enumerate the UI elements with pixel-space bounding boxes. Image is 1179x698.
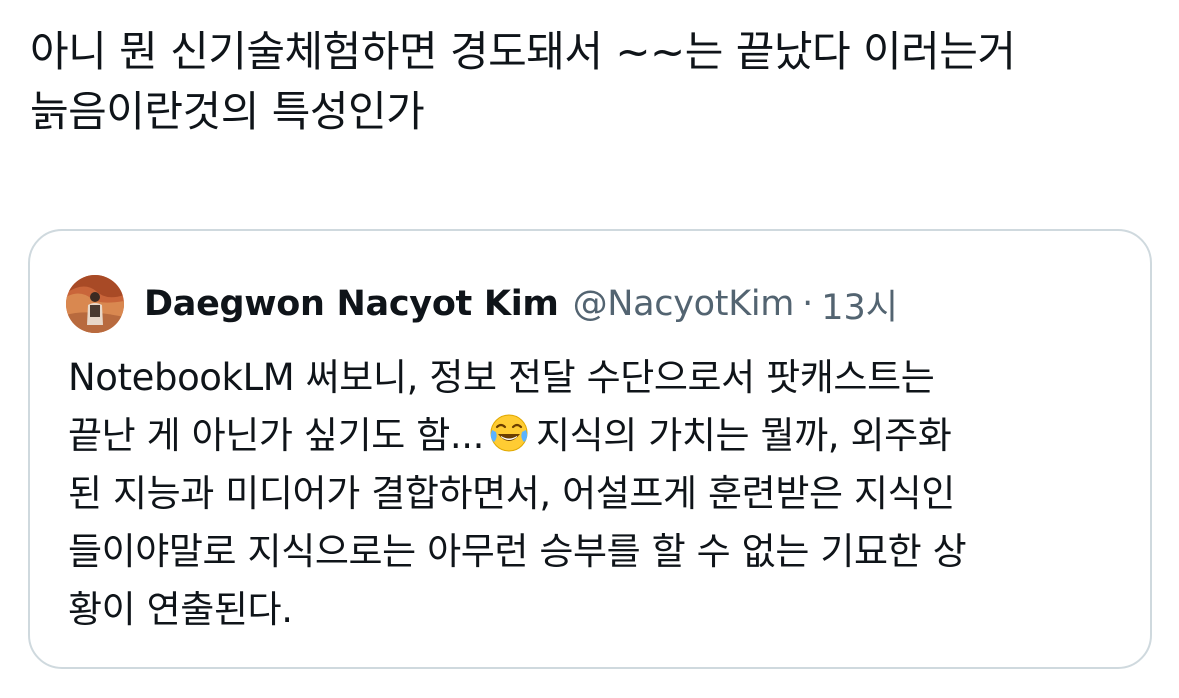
- quote-body-line: 된 지능과 미디어가 결합하면서, 어설프게 훈련받은 지식인: [68, 472, 955, 515]
- quoted-tweet-body: NotebookLM 써보니, 정보 전달 수단으로서 팟캐스트는 끝난 게 아…: [68, 349, 1128, 639]
- quote-body-line: NotebookLM 써보니, 정보 전달 수단으로서 팟캐스트는: [68, 356, 935, 399]
- quote-body-line: 황이 연출된다.: [68, 588, 293, 631]
- quoted-tweet-card[interactable]: Daegwon Nacyot Kim @NacyotKim · 13시 Note…: [28, 229, 1152, 669]
- tweet-text-line: 늙음이란것의 특성인가: [30, 87, 425, 136]
- separator-dot: ·: [802, 284, 814, 324]
- author-display-name[interactable]: Daegwon Nacyot Kim: [144, 284, 559, 324]
- quoted-tweet-header: Daegwon Nacyot Kim @NacyotKim · 13시: [66, 275, 898, 333]
- tweet-text-line: 아니 뭔 신기술체험하면 경도돼서 ~~는 끝났다 이러는거: [30, 27, 1016, 76]
- author-handle[interactable]: @NacyotKim: [573, 284, 795, 324]
- post-time[interactable]: 13시: [821, 279, 898, 330]
- tweet-text: 아니 뭔 신기술체험하면 경도돼서 ~~는 끝났다 이러는거 늙음이란것의 특성…: [30, 22, 1160, 142]
- avatar[interactable]: [66, 275, 124, 333]
- quote-body-line: 끝난 게 아닌가 싶기도 함... 지식의 가치는 뭘까, 외주화: [68, 407, 1128, 465]
- quote-body-segment: 끝난 게 아닌가 싶기도 함...: [68, 414, 484, 457]
- face-with-tears-of-joy-emoji-icon: [490, 414, 528, 452]
- profile-photo-icon: [66, 275, 124, 333]
- quote-body-segment: 지식의 가치는 뭘까, 외주화: [535, 414, 952, 457]
- quote-body-line: 들이야말로 지식으로는 아무런 승부를 할 수 없는 기묘한 상: [68, 530, 967, 573]
